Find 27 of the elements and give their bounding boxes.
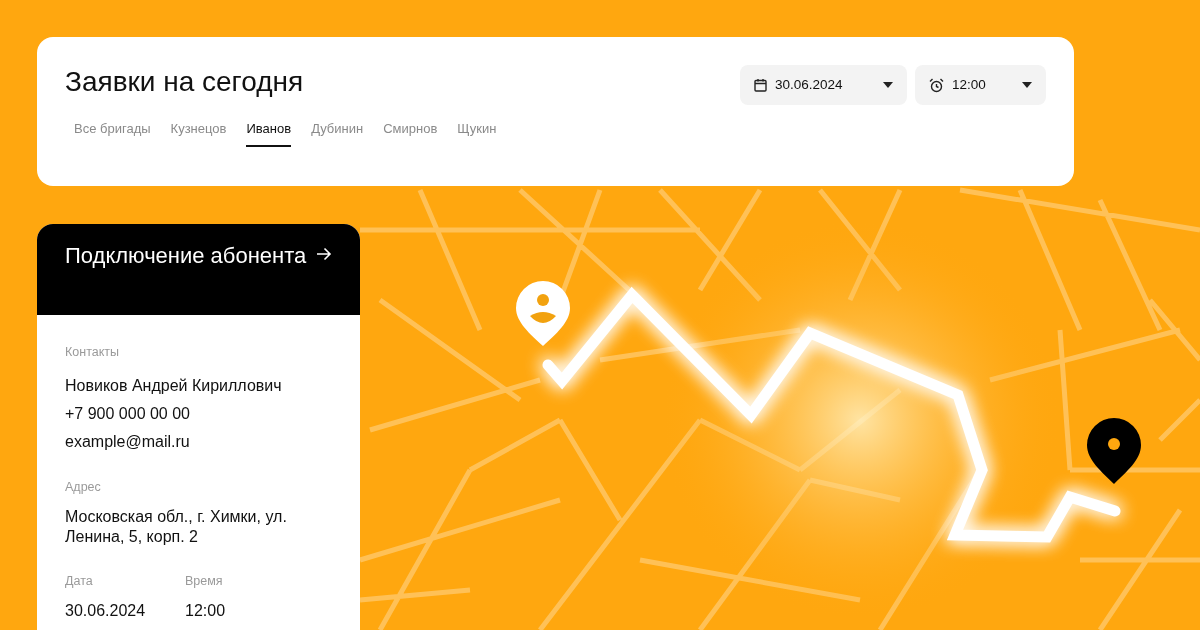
field-label: Дата	[65, 573, 94, 591]
caret-icon	[883, 82, 893, 88]
tab[interactable]: Дубинин	[311, 119, 364, 147]
location-pin-icon	[1087, 418, 1141, 484]
section-label: Адрес	[65, 478, 102, 496]
tab[interactable]: Щукин	[457, 119, 497, 147]
info-text: Московская обл., г. Химки, ул. Ленина, 5, корп. 2	[65, 506, 288, 548]
field-value: 30.06.2024	[65, 600, 147, 621]
info-text: example@mail.ru	[65, 431, 191, 452]
tab[interactable]: Кузнецов	[170, 119, 227, 147]
tab[interactable]: Все бригады	[74, 119, 151, 147]
arrow-right-icon[interactable]	[316, 247, 332, 261]
tab[interactable]: Смирнов	[383, 119, 438, 147]
tab[interactable]: Иванов	[246, 119, 292, 147]
caret-icon	[1022, 82, 1032, 88]
time-picker[interactable]: 12:00	[915, 65, 1046, 105]
field-value: 12:00	[185, 600, 227, 621]
info-text: Новиков Андрей Кириллович	[65, 375, 283, 396]
field-label: Время	[185, 573, 224, 591]
section-label: Контакты	[65, 344, 120, 361]
user-pin-icon	[516, 281, 570, 346]
calendar-icon	[754, 78, 767, 92]
alarm-clock-icon	[929, 77, 944, 93]
page-title: Заявки на сегодня	[65, 65, 304, 99]
info-text: +7 900 000 00 00	[65, 403, 191, 424]
date-picker[interactable]: 30.06.2024	[740, 65, 907, 105]
card-title: Подключение абонента	[65, 242, 307, 270]
